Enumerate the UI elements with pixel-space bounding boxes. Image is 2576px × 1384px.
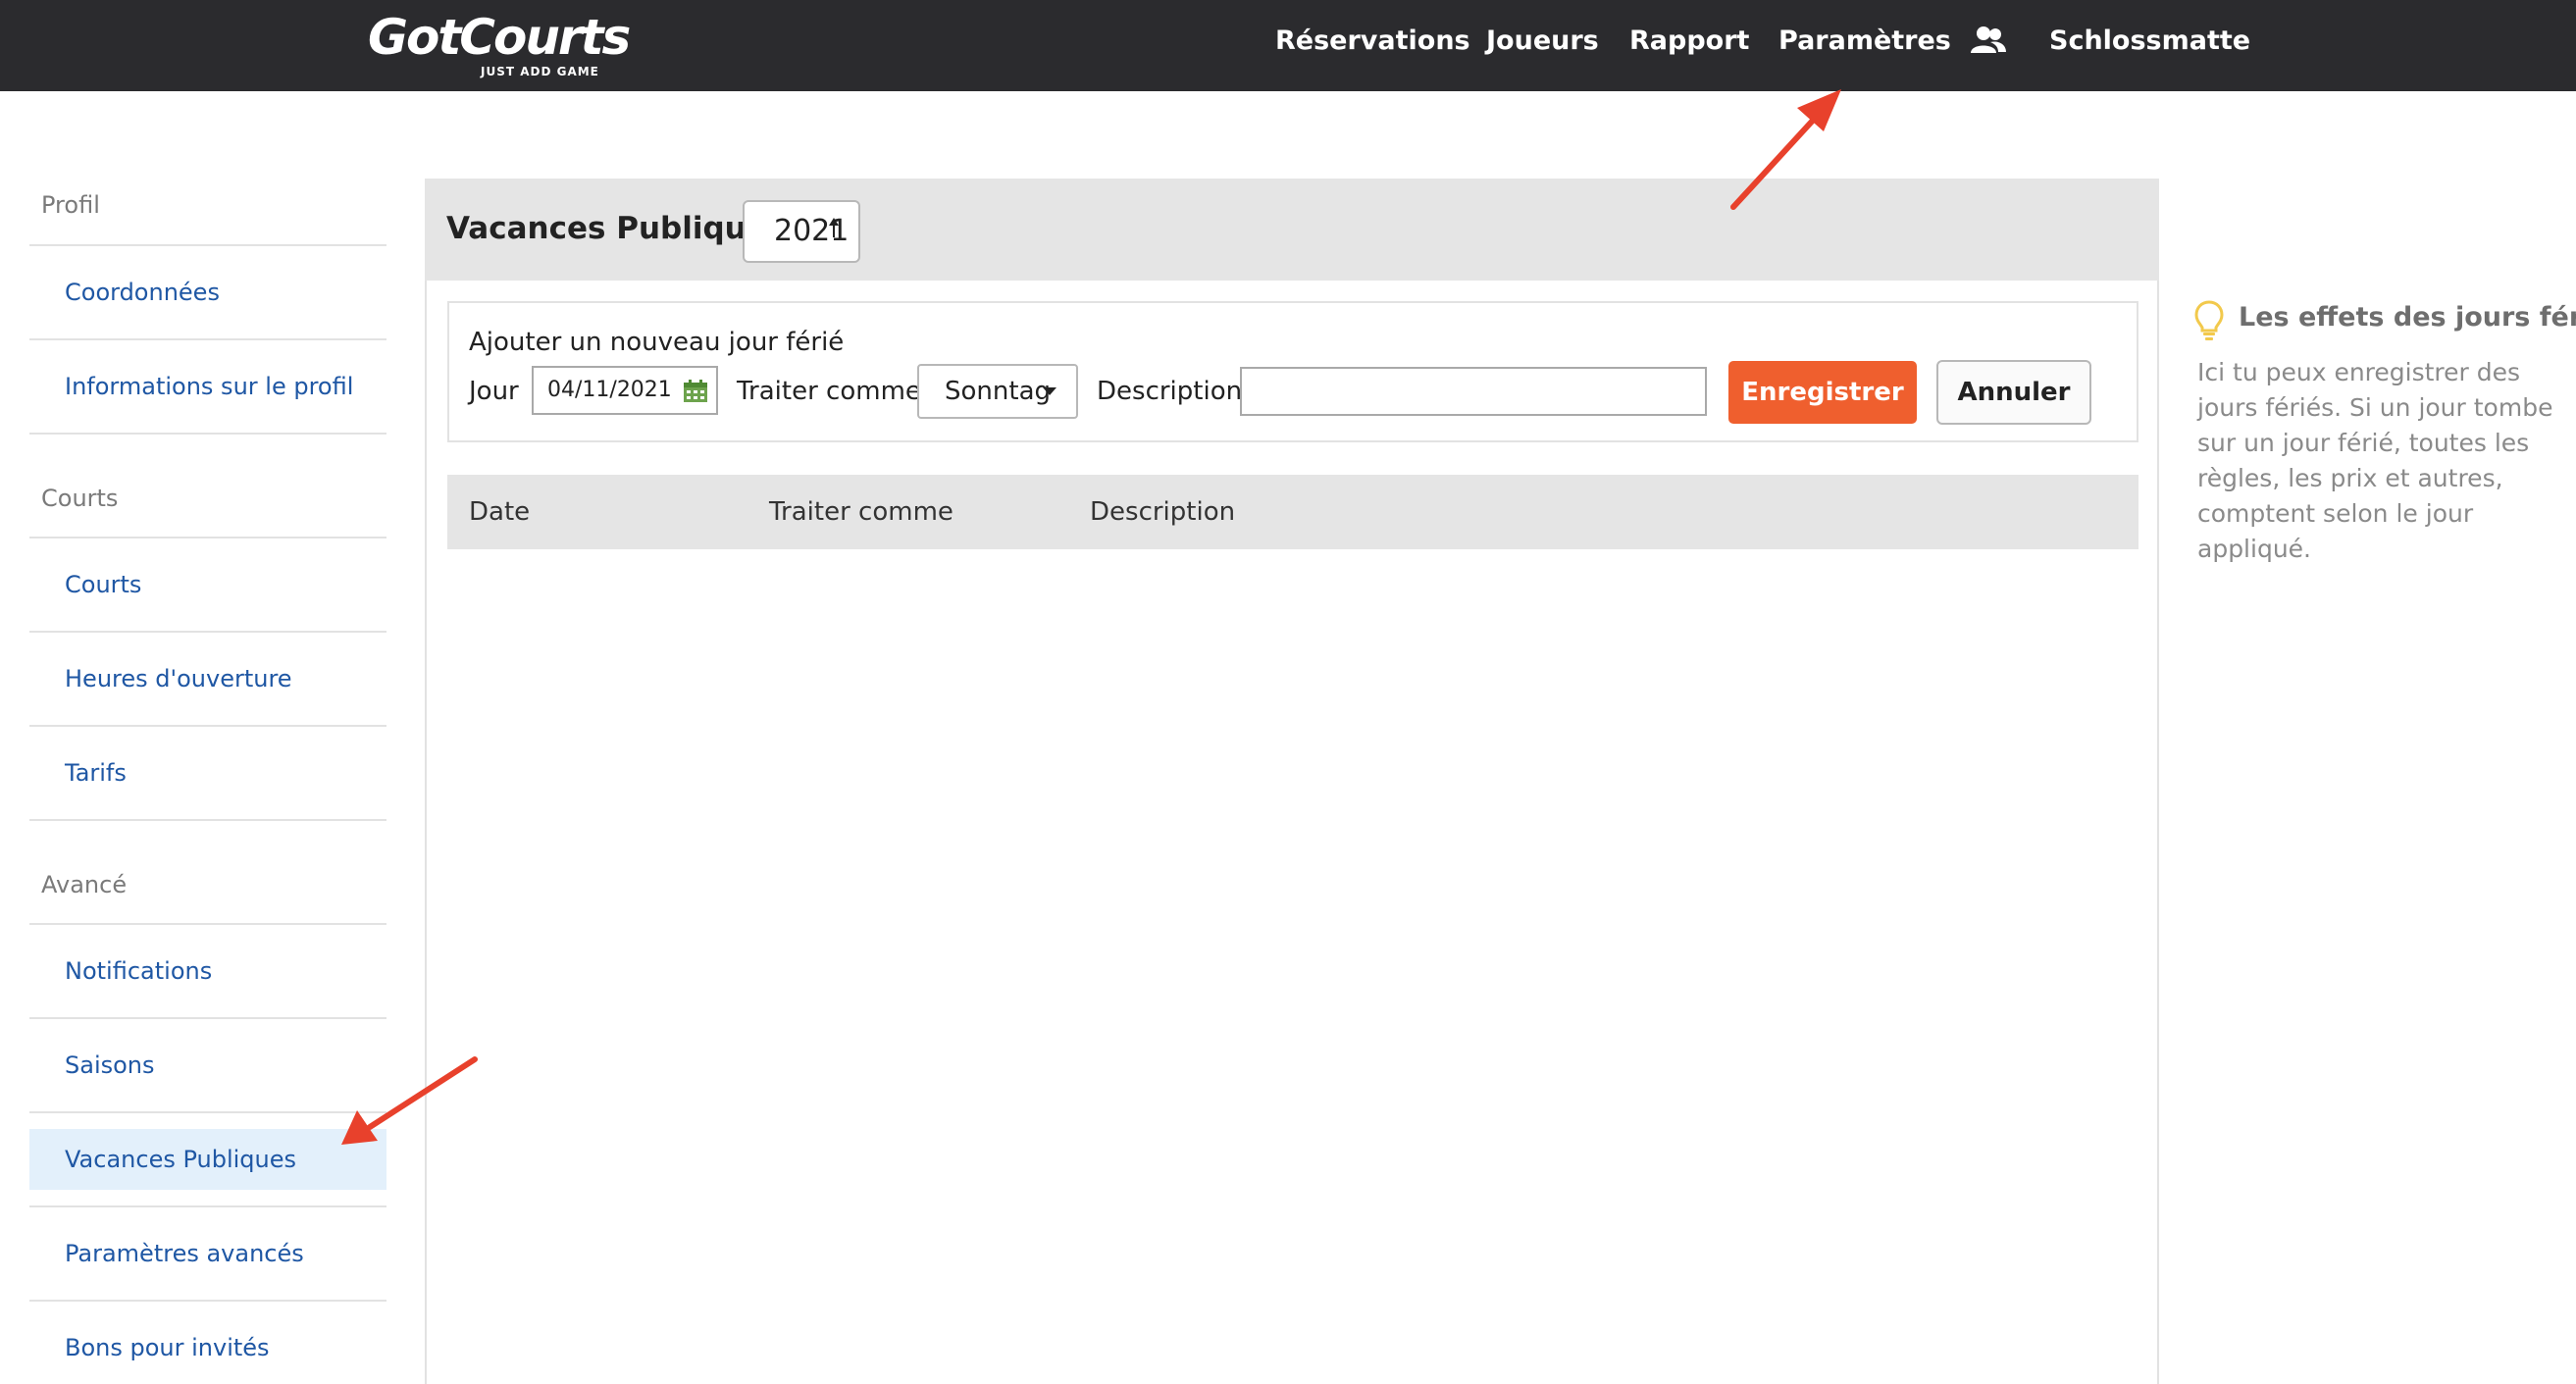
- add-holiday-form: Ajouter un nouveau jour férié Jour 04/11…: [447, 301, 2138, 442]
- sidebar-divider: [29, 433, 386, 435]
- treat-as-label: Traiter comme: [737, 377, 921, 406]
- nav-joueurs[interactable]: Joueurs: [1486, 22, 1599, 61]
- treat-as-value: Sonntag: [945, 377, 1051, 406]
- sidebar-divider: [29, 631, 386, 633]
- logo-wordmark: GotCourts: [368, 9, 631, 66]
- sidebar-divider: [29, 1300, 386, 1302]
- holidays-table-header: Date Traiter comme Description: [447, 475, 2138, 549]
- sidebar-item-saisons[interactable]: Saisons: [29, 1035, 386, 1096]
- sidebar-divider: [29, 338, 386, 340]
- sidebar-item-tarifs[interactable]: Tarifs: [29, 743, 386, 803]
- sidebar-item-vacances-publiques[interactable]: Vacances Publiques: [29, 1129, 386, 1190]
- description-input[interactable]: [1240, 367, 1707, 416]
- sidebar-divider: [29, 537, 386, 538]
- gotcourts-logo[interactable]: GotCourts JUST ADD GAME: [368, 8, 631, 86]
- info-text: Ici tu peux enregistrer des jours fériés…: [2197, 358, 2553, 563]
- users-icon[interactable]: [1969, 24, 2008, 59]
- nav-reservations[interactable]: Réservations: [1275, 22, 1470, 61]
- sidebar-item-heures-ouverture[interactable]: Heures d'ouverture: [29, 648, 386, 709]
- top-navigation-bar: GotCourts JUST ADD GAME Réservations Jou…: [0, 0, 2576, 91]
- page-title: Vacances Publiques: [446, 211, 786, 246]
- treat-as-select[interactable]: Sonntag: [917, 364, 1078, 419]
- sidebar-item-coordonnees[interactable]: Coordonnées: [29, 262, 386, 323]
- sidebar-group-courts: Courts: [41, 485, 119, 512]
- sidebar-group-avance: Avancé: [41, 871, 128, 898]
- sidebar-item-notifications[interactable]: Notifications: [29, 941, 386, 1001]
- logo-tagline: JUST ADD GAME: [481, 65, 599, 78]
- save-button[interactable]: Enregistrer: [1728, 361, 1917, 424]
- column-header-traiter-comme[interactable]: Traiter comme: [769, 494, 953, 530]
- sidebar-divider: [29, 1205, 386, 1207]
- day-label: Jour: [469, 377, 519, 406]
- column-header-date[interactable]: Date: [469, 494, 530, 530]
- lightbulb-icon: [2194, 300, 2224, 340]
- sidebar-group-profil: Profil: [41, 191, 100, 219]
- form-heading: Ajouter un nouveau jour férié: [469, 328, 845, 357]
- nav-parametres[interactable]: Paramètres: [1778, 22, 1951, 61]
- nav-club-name[interactable]: Schlossmatte: [2049, 22, 2250, 61]
- sidebar-divider: [29, 244, 386, 246]
- year-select[interactable]: 2021: [743, 200, 860, 263]
- sidebar-divider: [29, 725, 386, 727]
- sidebar-item-bons-invites[interactable]: Bons pour invités: [29, 1317, 386, 1378]
- sidebar-divider: [29, 819, 386, 821]
- sidebar-divider: [29, 1111, 386, 1113]
- info-title: Les effets des jours férié: [2239, 302, 2576, 333]
- sidebar-divider: [29, 923, 386, 925]
- sidebar-item-courts[interactable]: Courts: [29, 554, 386, 615]
- caret-down-icon: [1043, 387, 1056, 395]
- column-header-description[interactable]: Description: [1090, 494, 1235, 530]
- panel-header: Vacances Publiques 2021: [425, 179, 2159, 281]
- cancel-button[interactable]: Annuler: [1936, 360, 2091, 425]
- calendar-icon[interactable]: [683, 380, 708, 403]
- sidebar-item-parametres-avances[interactable]: Paramètres avancés: [29, 1223, 386, 1284]
- sidebar-item-informations-profil[interactable]: Informations sur le profil: [29, 356, 386, 417]
- day-date-input[interactable]: 04/11/2021: [532, 366, 718, 415]
- day-date-value: 04/11/2021: [547, 378, 672, 402]
- nav-rapport[interactable]: Rapport: [1629, 22, 1749, 61]
- description-label: Description: [1097, 377, 1243, 406]
- updown-arrow-icon: [829, 218, 839, 237]
- sidebar-divider: [29, 1017, 386, 1019]
